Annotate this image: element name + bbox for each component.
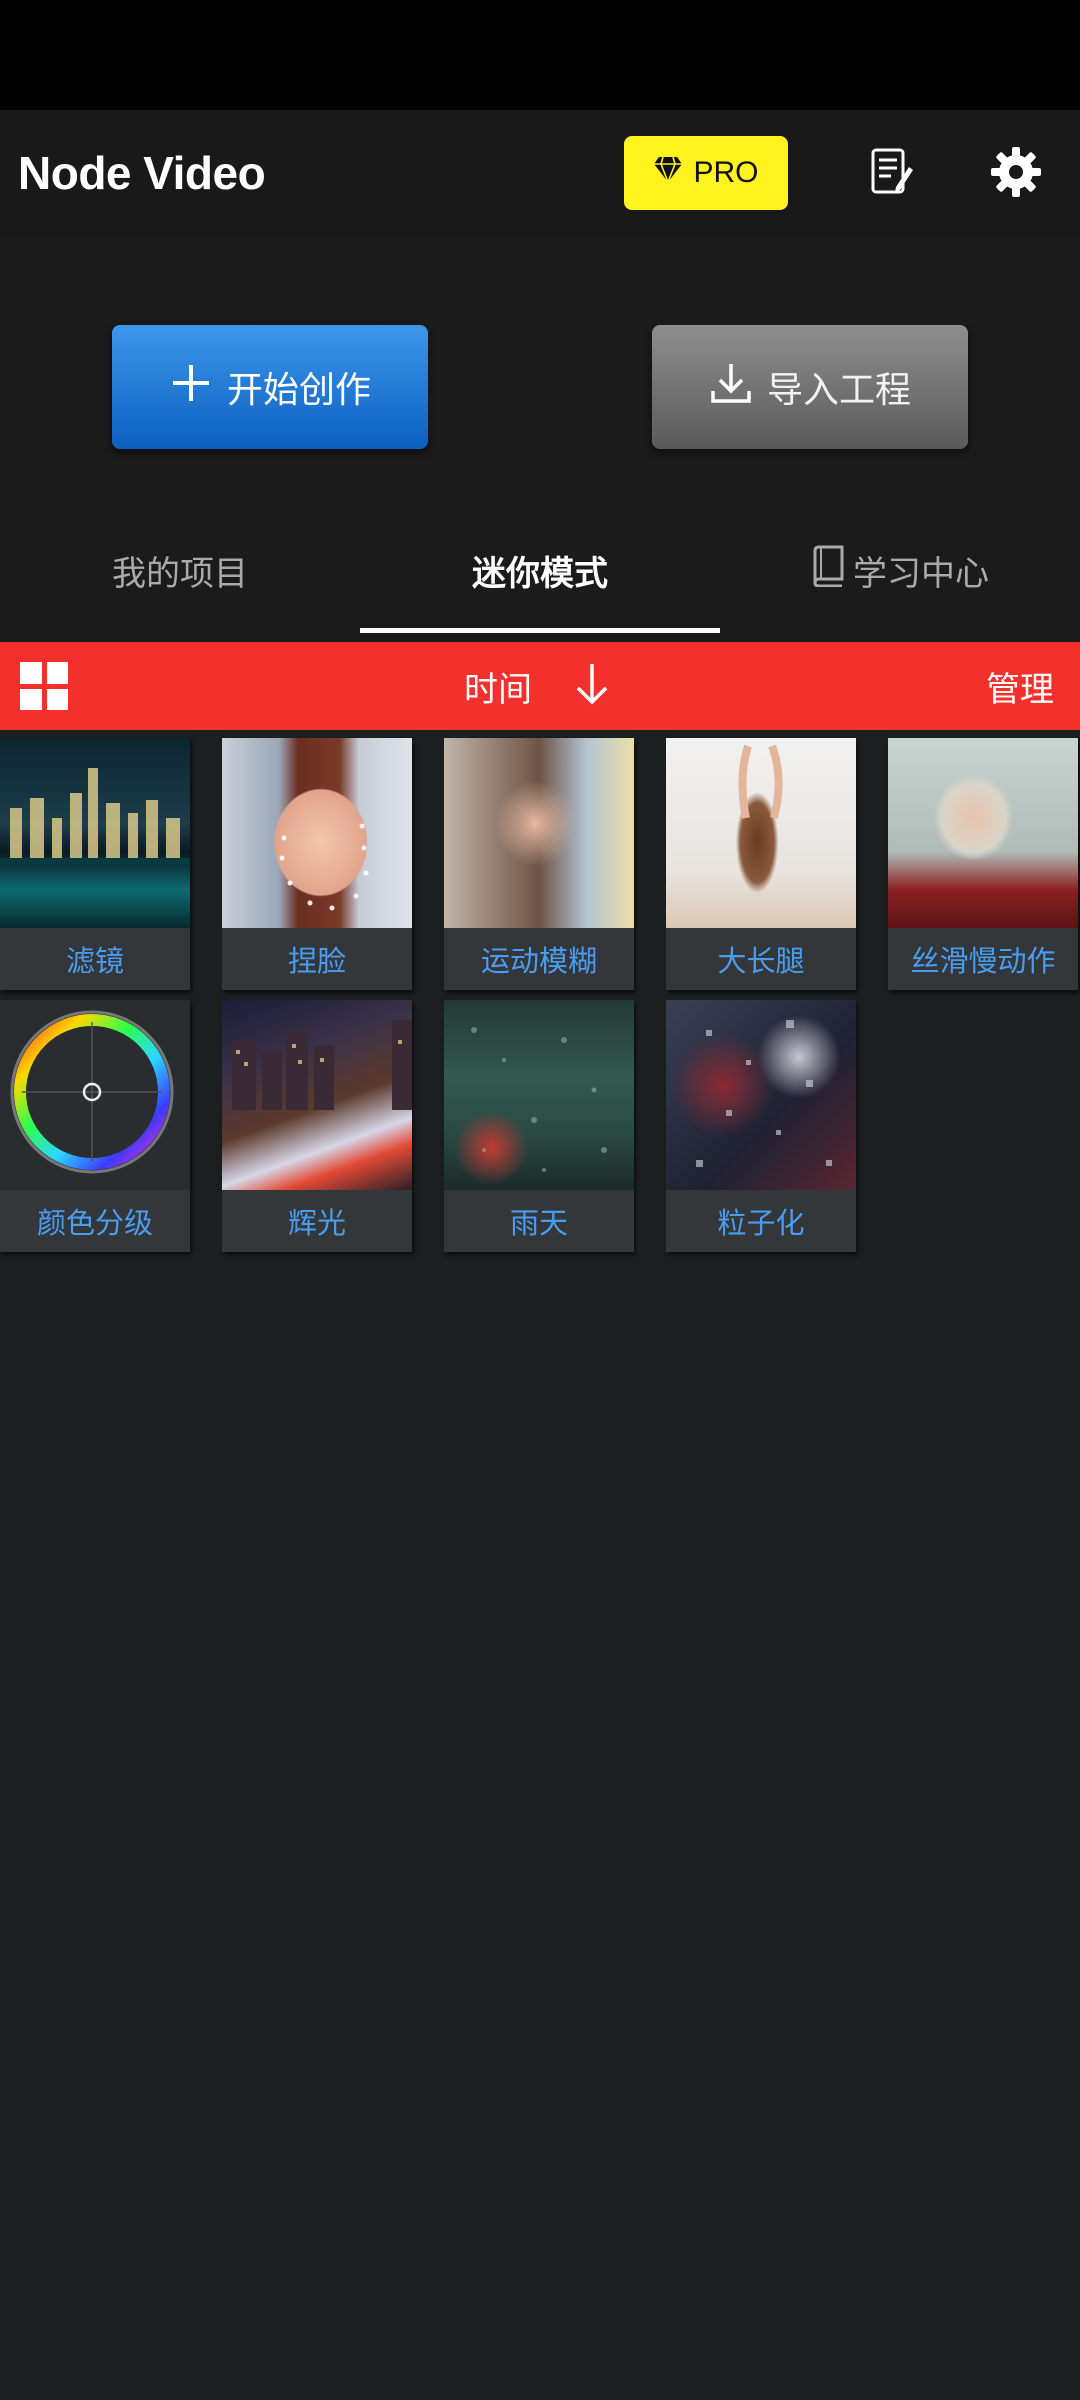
preset-card-particles[interactable]: 粒子化 [666, 1000, 856, 1252]
preset-thumbnail [666, 738, 856, 928]
preset-label: 丝滑慢动作 [888, 928, 1078, 990]
tab-label: 迷你模式 [472, 553, 608, 594]
pro-button[interactable]: PRO [624, 136, 788, 210]
notes-edit-icon[interactable] [862, 142, 922, 202]
tab-label: 学习中心 [853, 553, 989, 594]
tab-bar: 我的项目 迷你模式 学习中心 [0, 510, 1080, 642]
preset-label: 颜色分级 [0, 1190, 190, 1252]
start-create-button[interactable]: 开始创作 [112, 325, 428, 449]
preset-thumbnail [444, 1000, 634, 1190]
action-panel: 开始创作 导入工程 [0, 238, 1080, 510]
import-project-label: 导入工程 [766, 370, 911, 411]
preset-card-glow[interactable]: 辉光 [222, 1000, 412, 1252]
preset-label: 粒子化 [666, 1190, 856, 1252]
preset-thumbnail [888, 738, 1078, 928]
start-create-label: 开始创作 [226, 370, 371, 411]
preset-card-face-sculpt[interactable]: 捏脸 [222, 738, 412, 990]
diamond-icon [653, 155, 683, 191]
pro-label: PRO [693, 156, 759, 189]
preset-label: 辉光 [222, 1190, 412, 1252]
tab-my-projects[interactable]: 我的项目 [0, 510, 360, 630]
preset-card-filter[interactable]: 滤镜 [0, 738, 190, 990]
book-icon [811, 545, 845, 596]
gear-icon[interactable] [986, 142, 1046, 202]
app-title: Node Video [18, 147, 266, 199]
grid-icon[interactable] [20, 662, 68, 710]
tab-label: 我的项目 [112, 553, 248, 594]
import-project-button[interactable]: 导入工程 [652, 325, 968, 449]
sort-bar: 时间 管理 [0, 642, 1080, 730]
preset-label: 大长腿 [666, 928, 856, 990]
preset-thumbnail [0, 1000, 190, 1190]
preset-label: 捏脸 [222, 928, 412, 990]
preset-thumbnail [666, 1000, 856, 1190]
app-bar: Node Video PRO [0, 110, 1080, 238]
preset-thumbnail [222, 1000, 412, 1190]
preset-card-motion-blur[interactable]: 运动模糊 [444, 738, 634, 990]
tab-learning-center[interactable]: 学习中心 [720, 510, 1080, 630]
arrow-down-icon[interactable] [570, 658, 614, 712]
preset-card-rainy[interactable]: 雨天 [444, 1000, 634, 1252]
download-icon [709, 361, 753, 414]
preset-thumbnail [444, 738, 634, 928]
preset-card-long-legs[interactable]: 大长腿 [666, 738, 856, 990]
preset-label: 运动模糊 [444, 928, 634, 990]
status-bar [0, 0, 1080, 110]
preset-label: 雨天 [444, 1190, 634, 1252]
active-tab-indicator [360, 628, 720, 633]
preset-thumbnail [0, 738, 190, 928]
preset-thumbnail [222, 738, 412, 928]
plus-icon [169, 361, 213, 414]
preset-card-color-grading[interactable]: 颜色分级 [0, 1000, 190, 1252]
sort-label[interactable]: 时间 [464, 662, 532, 711]
tab-mini-mode[interactable]: 迷你模式 [360, 510, 720, 630]
preset-label: 滤镜 [0, 928, 190, 990]
preset-card-smooth-slowmo[interactable]: 丝滑慢动作 [888, 738, 1078, 990]
manage-button[interactable]: 管理 [986, 662, 1054, 711]
